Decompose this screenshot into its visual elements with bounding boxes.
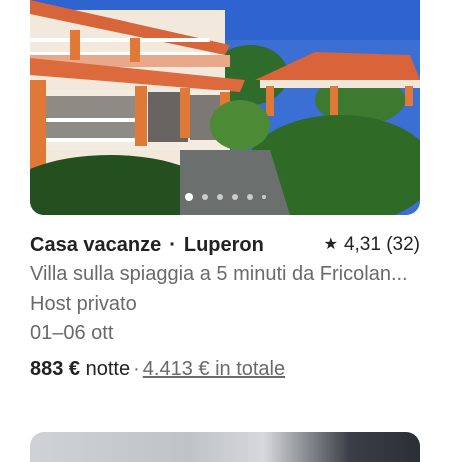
listing-photo[interactable] — [30, 0, 420, 215]
carousel-dot-6[interactable] — [261, 195, 266, 199]
listing-rating: ★ 4,31 (32) — [324, 233, 420, 257]
listing-card[interactable]: Casa vacanze · Luperon ★ 4,31 (32) Villa s… — [30, 0, 420, 380]
price-unit: notte — [85, 358, 131, 380]
star-icon: ★ — [323, 236, 338, 253]
price-total-link[interactable]: 4.413 € in totale — [143, 358, 285, 380]
rating-value: 4,31 (32) — [343, 234, 420, 255]
listing-price-row: 883 € notte · 4.413 € in totale — [30, 357, 420, 381]
price-separator: · — [133, 358, 140, 380]
carousel-dot-4[interactable] — [231, 194, 238, 200]
carousel-dot-3[interactable] — [216, 194, 223, 200]
carousel-dot-2[interactable] — [201, 194, 208, 200]
villa-photo-image — [30, 0, 420, 215]
carousel-dot-1[interactable] — [184, 193, 193, 201]
listing-host: Host privato — [30, 293, 137, 315]
title-separator: · — [169, 234, 176, 256]
listing-dates: 01–06 ott — [30, 322, 114, 344]
next-listing-photo[interactable] — [30, 432, 420, 462]
listing-location: Luperon — [183, 234, 264, 256]
carousel-dots — [30, 193, 420, 201]
listing-title: Casa vacanze · Luperon — [30, 233, 264, 257]
listing-type: Casa vacanze — [30, 234, 162, 256]
carousel-dot-5[interactable] — [246, 194, 253, 200]
price-per-night: 883 € — [30, 358, 81, 380]
listing-title-row: Casa vacanze · Luperon ★ 4,31 (32) — [30, 233, 420, 257]
listing-description: Villa sulla spiaggia a 5 minuti da Frico… — [30, 263, 408, 285]
